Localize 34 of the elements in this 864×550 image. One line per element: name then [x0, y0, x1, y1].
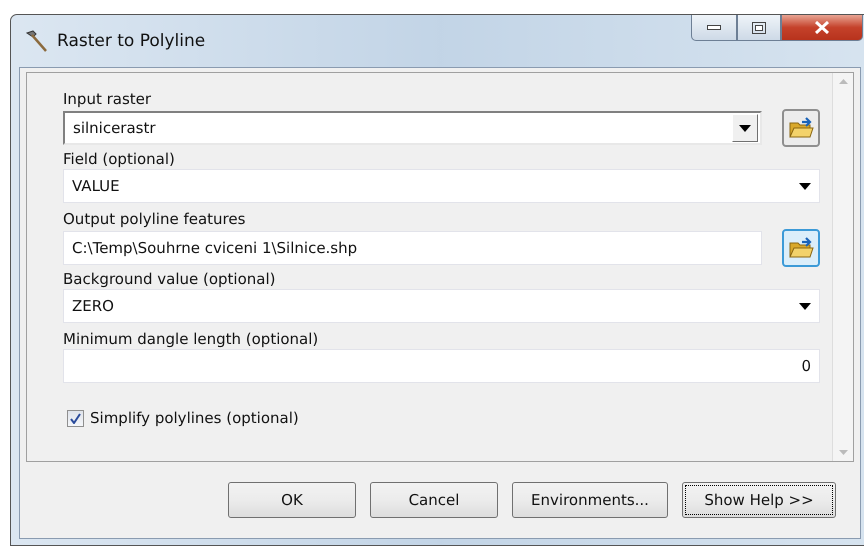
input-raster-combobox[interactable]: silnicerastr [63, 111, 762, 145]
browse-button[interactable] [782, 109, 820, 147]
caret-icon [799, 182, 811, 190]
simplify-checkbox[interactable]: Simplify polylines (optional) [67, 409, 820, 427]
close-button[interactable] [781, 15, 863, 41]
close-icon [814, 21, 830, 34]
scrollbar[interactable] [832, 73, 853, 461]
field-label: Output polyline features [63, 209, 246, 229]
field-label: Background value (optional) [63, 269, 276, 289]
dialog-button[interactable]: Environments... [512, 482, 668, 518]
hammer-icon [23, 29, 49, 53]
folder-icon [788, 116, 814, 140]
maximize-button[interactable] [737, 15, 781, 41]
dialog-button[interactable]: Show Help >> [682, 482, 836, 518]
browse-button[interactable] [782, 229, 820, 267]
dropdown-field[interactable]: ZERO [63, 289, 820, 323]
scroll-up-icon [838, 79, 848, 84]
window-title: Raster to Polyline [57, 31, 206, 51]
caret-icon [799, 302, 811, 310]
folder-icon [788, 236, 814, 260]
scroll-down-icon [838, 450, 848, 455]
field-label: Field (optional) [63, 149, 176, 169]
dialog-button[interactable]: OK [228, 482, 356, 518]
field-label: Input raster [63, 89, 152, 109]
number-field[interactable]: 0 [63, 349, 820, 383]
caret-icon [739, 124, 751, 132]
minimize-icon [707, 24, 721, 30]
maximize-icon [752, 22, 766, 34]
dropdown-field[interactable]: VALUE [63, 169, 820, 203]
field-label: Minimum dangle length (optional) [63, 329, 320, 349]
input-field[interactable]: C:\Temp\Souhrne cviceni 1\Silnice.shp [63, 231, 762, 265]
minimize-button[interactable] [691, 15, 737, 41]
dialog-button[interactable]: Cancel [370, 482, 498, 518]
checkmark-icon [70, 412, 81, 424]
